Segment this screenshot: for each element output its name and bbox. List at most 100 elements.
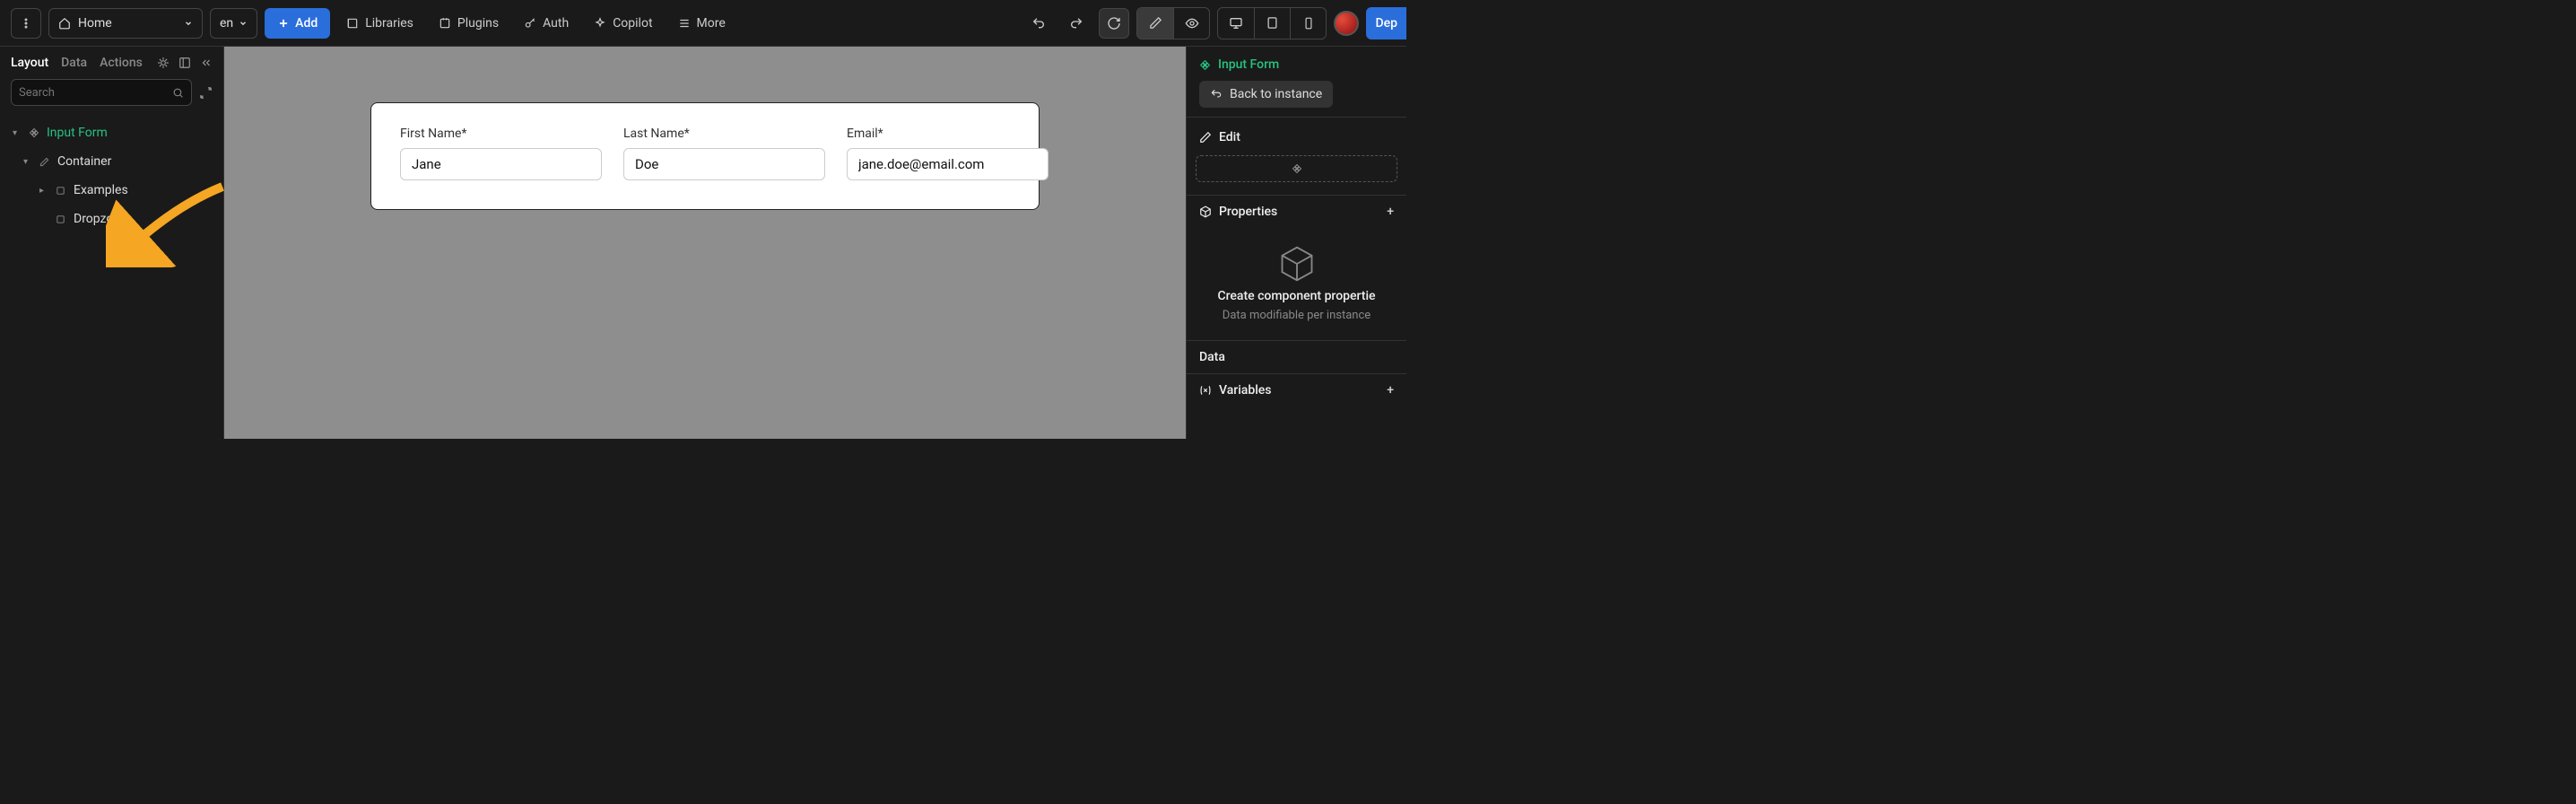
refresh-button[interactable]	[1099, 8, 1129, 39]
nav-label: More	[697, 16, 726, 31]
tree-label: Examples	[74, 183, 128, 197]
mobile-icon	[1302, 17, 1315, 30]
tree-item-examples[interactable]: ▸ Examples	[7, 176, 216, 205]
right-panel: Input Form Back to instance Edit Propert…	[1186, 47, 1406, 439]
dots-vertical-icon	[20, 17, 32, 30]
first-name-input[interactable]	[400, 148, 602, 180]
panel-icon[interactable]	[178, 57, 191, 69]
back-label: Back to instance	[1230, 87, 1322, 101]
field-label: Email*	[847, 127, 1049, 141]
edit-icon	[1199, 131, 1212, 144]
page-selector[interactable]: Home	[48, 8, 203, 39]
last-name-input[interactable]	[623, 148, 825, 180]
tab-actions[interactable]: Actions	[100, 56, 143, 70]
book-icon	[346, 17, 359, 30]
top-toolbar: Home en Add Libraries Plugins Auth Copil…	[0, 0, 1406, 47]
redo-icon	[1069, 16, 1083, 31]
tab-layout[interactable]: Layout	[11, 56, 48, 70]
field-last-name: Last Name*	[623, 127, 825, 180]
undo-button[interactable]	[1023, 8, 1054, 39]
section-label: Data	[1199, 350, 1225, 364]
add-button-label: Add	[295, 16, 318, 31]
nav-libraries[interactable]: Libraries	[337, 8, 422, 39]
field-label: Last Name*	[623, 127, 825, 141]
search-icon	[172, 87, 184, 99]
sparkle-icon	[594, 17, 606, 30]
plus-icon	[277, 17, 290, 30]
tree-item-dropzone[interactable]: ▸ Dropzone	[7, 205, 216, 233]
section-label: Variables	[1219, 383, 1271, 398]
empty-subtitle: Data modifiable per instance	[1223, 309, 1371, 322]
element-tree: ▾ Input Form ▾ Container ▸ Examples ▸ Dr…	[0, 113, 223, 239]
pencil-icon	[1149, 16, 1162, 30]
nav-label: Libraries	[365, 16, 413, 31]
tablet-icon	[1266, 16, 1279, 30]
field-first-name: First Name*	[400, 127, 602, 180]
plugin-icon	[439, 17, 451, 30]
preview-mode-button[interactable]	[1173, 8, 1209, 39]
bug-icon[interactable]	[157, 57, 170, 69]
edit-mode-button[interactable]	[1137, 8, 1173, 39]
box-icon	[56, 214, 65, 224]
section-label: Properties	[1219, 205, 1277, 219]
add-variable-button[interactable]: +	[1387, 383, 1394, 398]
desktop-view-button[interactable]	[1218, 8, 1254, 39]
menu-button[interactable]	[11, 8, 41, 39]
empty-title: Create component propertie	[1217, 289, 1375, 303]
add-property-button[interactable]: +	[1387, 205, 1394, 219]
field-label: First Name*	[400, 127, 602, 141]
nav-more[interactable]: More	[669, 8, 735, 39]
return-icon	[1210, 88, 1223, 100]
collapse-icon[interactable]	[200, 57, 213, 69]
home-icon	[58, 17, 71, 30]
deploy-button[interactable]: Dep	[1366, 7, 1406, 39]
viewport-toggle	[1217, 7, 1327, 39]
properties-empty-state: Create component propertie Data modifiab…	[1187, 228, 1406, 340]
expand-icon[interactable]	[199, 86, 213, 100]
cube-icon	[1199, 205, 1212, 218]
nav-auth[interactable]: Auth	[515, 8, 578, 39]
nav-plugins[interactable]: Plugins	[430, 8, 508, 39]
section-label: Edit	[1219, 130, 1240, 144]
tree-item-container[interactable]: ▾ Container	[7, 147, 216, 176]
tree-item-input-form[interactable]: ▾ Input Form	[7, 118, 216, 147]
canvas[interactable]: First Name* Last Name* Email*	[224, 47, 1186, 439]
menu-icon	[678, 17, 691, 30]
mode-toggle	[1136, 7, 1210, 39]
edit-slot-add[interactable]	[1196, 155, 1397, 182]
left-panel-tabs: Layout Data Actions	[0, 47, 223, 79]
redo-button[interactable]	[1061, 8, 1092, 39]
variables-section-header[interactable]: Variables +	[1187, 374, 1406, 406]
mobile-view-button[interactable]	[1290, 8, 1326, 39]
properties-section-header[interactable]: Properties +	[1187, 196, 1406, 228]
data-section-header[interactable]: Data	[1187, 341, 1406, 373]
chevron-down-icon	[239, 19, 248, 28]
main-area: Layout Data Actions ▾ Input Form ▾	[0, 47, 1406, 439]
tree-label: Container	[57, 154, 111, 169]
field-email: Email*	[847, 127, 1049, 180]
page-selector-label: Home	[78, 16, 112, 31]
tablet-view-button[interactable]	[1254, 8, 1290, 39]
email-input[interactable]	[847, 148, 1049, 180]
chevron-down-icon	[184, 19, 193, 28]
nav-label: Auth	[543, 16, 569, 31]
search-input[interactable]	[19, 86, 172, 100]
back-to-instance-button[interactable]: Back to instance	[1199, 81, 1333, 108]
language-selector[interactable]: en	[210, 8, 257, 39]
add-button[interactable]: Add	[265, 8, 330, 39]
selection-title: Input Form	[1218, 57, 1279, 72]
nav-copilot[interactable]: Copilot	[585, 8, 661, 39]
component-icon	[1292, 163, 1302, 174]
key-icon	[524, 17, 536, 30]
form-card[interactable]: First Name* Last Name* Email*	[370, 102, 1040, 210]
pencil-icon	[39, 157, 49, 167]
search-input-wrap[interactable]	[11, 79, 192, 106]
deploy-label: Dep	[1375, 16, 1397, 31]
nav-label: Copilot	[613, 16, 652, 31]
left-panel: Layout Data Actions ▾ Input Form ▾	[0, 47, 224, 439]
variable-icon	[1199, 384, 1212, 397]
user-avatar[interactable]	[1334, 11, 1359, 36]
tab-data[interactable]: Data	[61, 56, 87, 70]
language-label: en	[220, 16, 233, 31]
cube-large-icon	[1277, 244, 1317, 284]
